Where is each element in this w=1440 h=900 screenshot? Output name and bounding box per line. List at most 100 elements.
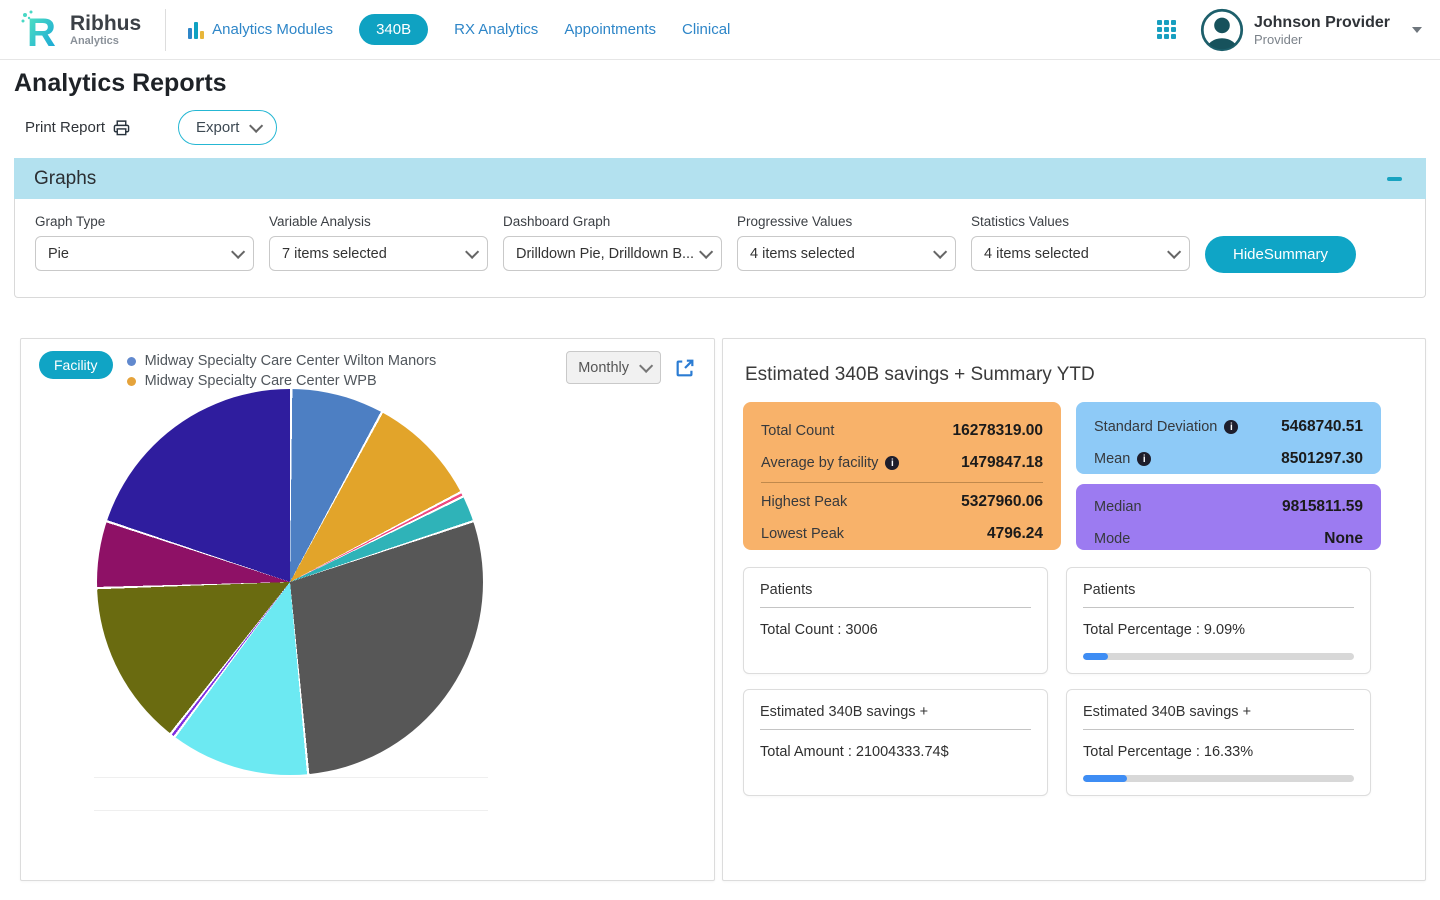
main-nav: Analytics Modules 340B RX Analytics Appo…: [188, 14, 730, 45]
stat-value: None: [1324, 530, 1363, 548]
mini-card-savings-amount: Estimated 340B savings + Total Amount : …: [743, 689, 1048, 796]
nav-clinical-label: Clinical: [682, 21, 730, 38]
stat-row: Lowest Peak 4796.24: [761, 518, 1043, 550]
graph-type-value: Pie: [48, 246, 231, 262]
legend-item[interactable]: Midway Specialty Care Center Wilton Mano…: [127, 353, 437, 369]
legend-dot: [127, 357, 136, 366]
filter-label: Variable Analysis: [269, 214, 488, 229]
progressive-values-value: 4 items selected: [750, 246, 933, 262]
stat-label: Average by facility: [761, 455, 878, 471]
stat-value: 1479847.18: [961, 454, 1043, 472]
stat-row: Mode None: [1094, 523, 1363, 555]
top-nav-bar: R Ribhus Analytics Analytics Modules 340…: [0, 0, 1440, 60]
chart-gridline: [94, 777, 488, 778]
progressive-values-select[interactable]: 4 items selected: [737, 236, 956, 271]
brand-name: Ribhus: [70, 13, 141, 35]
progress-bar: [1083, 653, 1354, 660]
pie-legend: Midway Specialty Care Center Wilton Mano…: [127, 351, 437, 393]
variable-analysis-select[interactable]: 7 items selected: [269, 236, 488, 271]
stat-value: 9815811.59: [1282, 498, 1363, 516]
info-icon[interactable]: i: [1137, 452, 1151, 466]
report-toolbar: Print Report Export: [25, 110, 1440, 145]
legend-dot: [127, 377, 136, 386]
mini-card-savings-percentage: Estimated 340B savings + Total Percentag…: [1066, 689, 1371, 796]
stat-label: Total Count: [761, 423, 834, 439]
mini-card-value: Total Amount : 21004333.74$: [760, 744, 1031, 760]
stat-box-orange: Total Count 16278319.00 Average by facil…: [743, 402, 1061, 550]
stat-row: Highest Peak 5327960.06: [761, 486, 1043, 518]
nav-rx-analytics[interactable]: RX Analytics: [454, 21, 538, 38]
graphs-panel-header[interactable]: Graphs: [14, 158, 1426, 199]
print-report-button[interactable]: Print Report: [25, 119, 130, 136]
user-menu[interactable]: Johnson Provider Provider: [1200, 8, 1422, 52]
filter-label: Progressive Values: [737, 214, 956, 229]
apps-grid-icon[interactable]: [1157, 20, 1176, 39]
filter-variable-analysis: Variable Analysis 7 items selected: [269, 214, 488, 271]
nav-analytics-modules[interactable]: Analytics Modules: [188, 21, 333, 39]
summary-card: Estimated 340B savings + Summary YTD Tot…: [722, 338, 1426, 881]
export-button-label: Export: [196, 119, 239, 136]
facility-badge: Facility: [39, 351, 113, 379]
stat-row: Standard Deviation i 5468740.51: [1094, 411, 1363, 443]
mini-card-value: Total Percentage : 9.09%: [1083, 622, 1354, 638]
graph-type-select[interactable]: Pie: [35, 236, 254, 271]
stat-value: 16278319.00: [952, 422, 1043, 440]
stat-label: Mean: [1094, 451, 1130, 467]
filter-label: Dashboard Graph: [503, 214, 722, 229]
progress-bar: [1083, 775, 1354, 782]
chevron-down-icon: [699, 244, 713, 258]
pie-chart[interactable]: [97, 389, 483, 775]
filter-label: Statistics Values: [971, 214, 1190, 229]
stat-row: Median 9815811.59: [1094, 491, 1363, 523]
chevron-down-icon: [933, 244, 947, 258]
progress-fill: [1083, 653, 1108, 660]
legend-item[interactable]: Midway Specialty Care Center WPB: [127, 373, 437, 389]
user-role: Provider: [1254, 32, 1390, 47]
filter-progressive-values: Progressive Values 4 items selected: [737, 214, 956, 271]
variable-analysis-value: 7 items selected: [282, 246, 465, 262]
chevron-down-icon: [231, 244, 245, 258]
collapse-minus-icon[interactable]: [1387, 177, 1402, 181]
statistics-values-select[interactable]: 4 items selected: [971, 236, 1190, 271]
header-divider: [165, 9, 166, 51]
stat-label: Highest Peak: [761, 494, 847, 510]
stat-label: Mode: [1094, 531, 1130, 547]
mini-card-title: Patients: [1083, 582, 1354, 608]
graphs-panel: Graphs Graph Type Pie Variable Analysis …: [14, 158, 1426, 298]
brand-subtitle: Analytics: [70, 35, 141, 47]
ribhus-logo-icon: R: [18, 7, 64, 53]
chevron-down-icon: [1167, 244, 1181, 258]
bar-chart-icon: [188, 21, 204, 39]
chevron-down-icon: [249, 118, 263, 132]
expand-icon[interactable]: [674, 357, 696, 379]
graphs-filter-bar: Graph Type Pie Variable Analysis 7 items…: [14, 199, 1426, 298]
statistics-values-value: 4 items selected: [984, 246, 1167, 262]
export-button[interactable]: Export: [178, 110, 277, 145]
mini-card-title: Patients: [760, 582, 1031, 608]
stat-value: 5327960.06: [961, 493, 1043, 511]
filter-graph-type: Graph Type Pie: [35, 214, 254, 271]
chevron-down-icon[interactable]: [1412, 27, 1422, 33]
period-select[interactable]: Monthly: [566, 351, 661, 384]
nav-340b[interactable]: 340B: [359, 14, 428, 45]
stat-divider: [761, 482, 1043, 483]
info-icon[interactable]: i: [885, 456, 899, 470]
legend-label: Midway Specialty Care Center Wilton Mano…: [145, 353, 437, 369]
print-report-label: Print Report: [25, 119, 105, 136]
filter-dashboard-graph: Dashboard Graph Drilldown Pie, Drilldown…: [503, 214, 722, 271]
nav-appointments[interactable]: Appointments: [564, 21, 656, 38]
hide-summary-button[interactable]: HideSummary: [1205, 236, 1356, 273]
nav-clinical[interactable]: Clinical: [682, 21, 730, 38]
stat-value: 4796.24: [987, 525, 1043, 543]
stat-label: Lowest Peak: [761, 526, 844, 542]
chart-gridline: [94, 810, 488, 811]
filter-label: Graph Type: [35, 214, 254, 229]
stat-box-purple: Median 9815811.59 Mode None: [1076, 484, 1381, 550]
dashboard-graph-select[interactable]: Drilldown Pie, Drilldown B...: [503, 236, 722, 271]
filter-statistics-values: Statistics Values 4 items selected: [971, 214, 1190, 271]
nav-analytics-modules-label: Analytics Modules: [212, 21, 333, 38]
stat-row: Total Count 16278319.00: [761, 415, 1043, 447]
brand-logo: R Ribhus Analytics: [18, 7, 141, 53]
chevron-down-icon: [465, 244, 479, 258]
info-icon[interactable]: i: [1224, 420, 1238, 434]
